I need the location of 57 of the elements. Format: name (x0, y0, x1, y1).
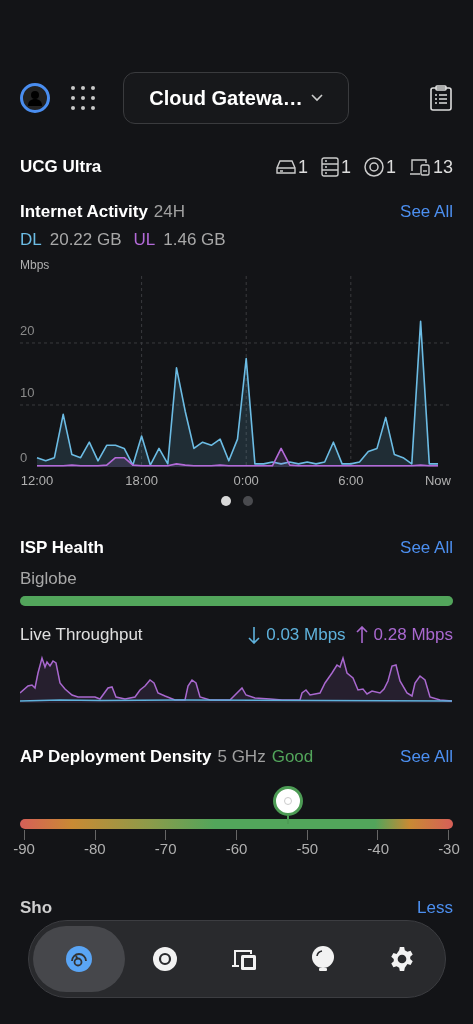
chevron-down-icon (310, 94, 323, 102)
dashboard-icon (66, 946, 92, 972)
switch-icon (320, 157, 339, 177)
y-tick-label: 20 (20, 322, 35, 338)
download-rate: 0.03 Mbps (266, 624, 346, 647)
arrow-down-icon (248, 626, 261, 644)
devices-icon (151, 946, 178, 972)
upload-total: 1.46 GB (163, 229, 226, 252)
x-tick-label: 18:00 (125, 473, 158, 488)
device-name: UCG Ultra (20, 156, 102, 179)
density-thumb[interactable] (273, 786, 304, 824)
ap-icon (363, 157, 384, 177)
upload-label: UL (133, 229, 156, 252)
show-less-link[interactable]: Less (417, 895, 453, 921)
clients-icon (408, 158, 431, 176)
x-tick-label: Now (425, 473, 451, 488)
device-count: 13 (432, 155, 453, 179)
scale-label: -70 (153, 840, 178, 858)
x-tick-label: 6:00 (338, 473, 364, 488)
section-title: Internet Activity (20, 201, 148, 224)
gateway-icon (275, 160, 296, 174)
insights-icon (310, 946, 335, 972)
device-selector[interactable]: Cloud Gatewa… (123, 72, 349, 124)
clipboard-icon[interactable] (430, 85, 452, 111)
see-all-link[interactable]: See All (400, 744, 453, 770)
scale-label: -90 (12, 840, 36, 858)
download-label: DL (20, 229, 42, 252)
download-total: 20.22 GB (49, 229, 122, 252)
x-tick-label: 0:00 (233, 473, 259, 488)
band-label: 5 GHz (217, 746, 266, 769)
scale-label: -60 (224, 840, 249, 858)
axis-unit: Mbps (20, 258, 50, 272)
avatar-icon[interactable] (20, 83, 50, 113)
upload-rate: 0.28 Mbps (373, 624, 453, 647)
section-title: Sho (20, 897, 53, 920)
dashboard-tab[interactable] (33, 926, 125, 992)
device-count: 1 (297, 155, 308, 179)
scale-label: -40 (366, 840, 390, 858)
see-all-link[interactable]: See All (400, 535, 453, 561)
x-tick-label: 12:00 (20, 473, 54, 488)
y-tick-label: 0 (20, 450, 28, 465)
rating-label: Good (271, 746, 314, 769)
device-count: 1 (385, 155, 396, 179)
scale-label: -50 (295, 840, 320, 858)
section-title: AP Deployment Density (20, 746, 212, 769)
apps-grid-icon[interactable] (71, 86, 95, 110)
period-label: 24H (153, 201, 186, 224)
throughput-label: Live Throughput (20, 624, 143, 647)
scale-label: -80 (83, 840, 107, 858)
isp-name: Biglobe (20, 569, 77, 588)
y-tick-label: 10 (20, 385, 35, 400)
section-title: ISP Health (20, 537, 104, 560)
scale-label: -30 (437, 840, 461, 858)
see-all-link[interactable]: See All (400, 199, 453, 225)
settings-icon (388, 946, 415, 972)
arrow-up-icon (355, 626, 368, 644)
device-count: 1 (340, 155, 351, 179)
